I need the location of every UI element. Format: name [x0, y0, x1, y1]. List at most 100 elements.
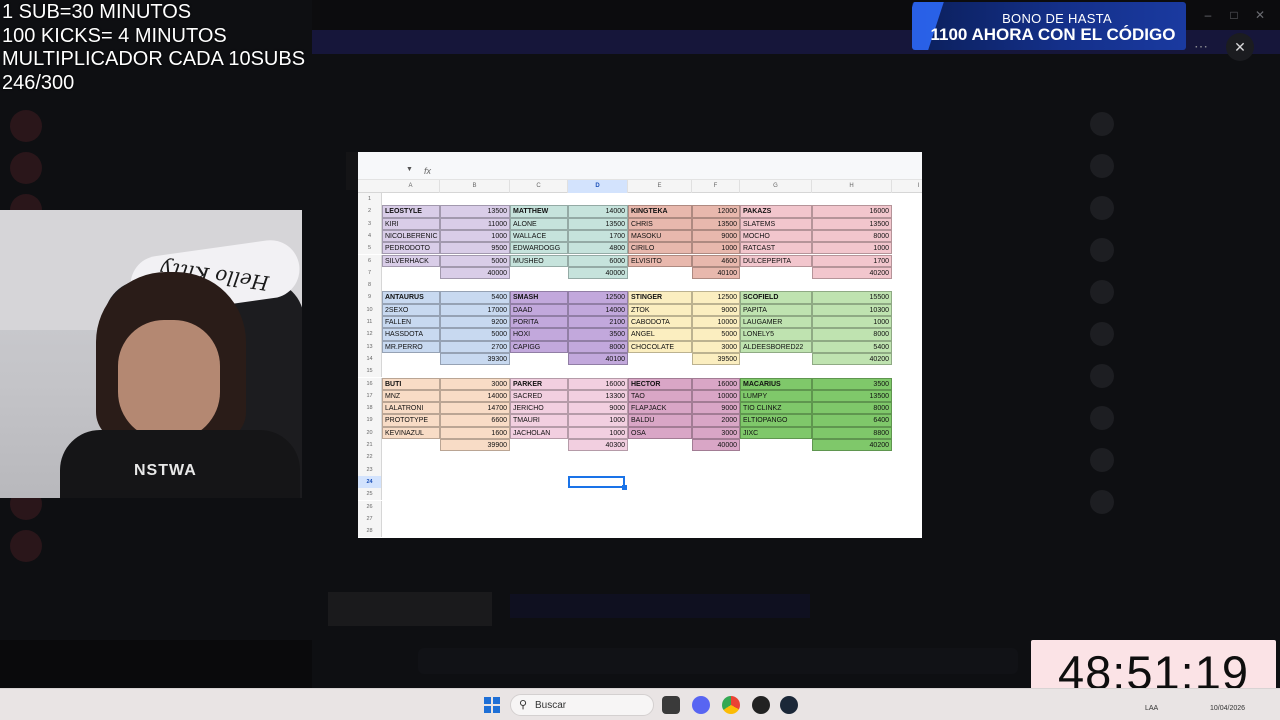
team-member-value-cell[interactable]: 10300: [812, 303, 892, 316]
row-header-17[interactable]: 17: [358, 389, 382, 403]
team-member-value-cell[interactable]: 2100: [568, 316, 628, 329]
team-member-value-cell[interactable]: 9000: [692, 229, 740, 243]
team-member-value-cell[interactable]: 1700: [812, 254, 892, 267]
team-member-cell[interactable]: JACHOLAN: [510, 426, 568, 439]
member-item[interactable]: [1090, 232, 1270, 268]
team-member-value-cell[interactable]: 17000: [440, 303, 510, 316]
task-view-icon[interactable]: [662, 696, 680, 714]
column-header-h[interactable]: H: [812, 180, 892, 193]
team-member-cell[interactable]: NICOLBERENIC: [382, 229, 440, 243]
team-member-value-cell[interactable]: 6000: [568, 254, 628, 267]
team-member-cell[interactable]: HASSDOTA: [382, 328, 440, 341]
team-member-cell[interactable]: ALDEESBORED22: [740, 340, 812, 353]
team-member-value-cell[interactable]: 9000: [692, 402, 740, 415]
team-member-value-cell[interactable]: 3500: [568, 328, 628, 341]
team-member-cell[interactable]: RATCAST: [740, 242, 812, 255]
member-item[interactable]: [1090, 190, 1270, 226]
server-icon[interactable]: [10, 152, 42, 184]
row-header-15[interactable]: 15: [358, 365, 382, 378]
minimize-icon[interactable]: –: [1198, 8, 1218, 22]
team-total-cell[interactable]: 40000: [692, 439, 740, 452]
column-header-c[interactable]: C: [510, 180, 568, 193]
server-icon[interactable]: [10, 110, 42, 142]
row-header-25[interactable]: 25: [358, 488, 382, 501]
team-member-value-cell[interactable]: 2700: [440, 340, 510, 353]
team-member-cell[interactable]: JERICHO: [510, 402, 568, 415]
team-member-value-cell[interactable]: 4800: [568, 242, 628, 255]
team-member-cell[interactable]: ANGEL: [628, 328, 692, 341]
fill-handle[interactable]: [622, 485, 627, 490]
team-captain-value-cell[interactable]: 12500: [568, 291, 628, 304]
team-member-value-cell[interactable]: 13500: [692, 217, 740, 230]
team-captain-value-cell[interactable]: 13500: [440, 205, 510, 218]
team-captain-cell[interactable]: STINGER: [628, 291, 692, 304]
maximize-icon[interactable]: □: [1224, 8, 1244, 22]
team-member-value-cell[interactable]: 8800: [812, 426, 892, 439]
row-header-23[interactable]: 23: [358, 463, 382, 476]
team-captain-value-cell[interactable]: 3500: [812, 377, 892, 390]
team-member-value-cell[interactable]: 4600: [692, 254, 740, 267]
team-member-cell[interactable]: KEVINAZUL: [382, 426, 440, 439]
more-options-icon[interactable]: ⋯: [1194, 38, 1208, 55]
team-captain-value-cell[interactable]: 16000: [568, 377, 628, 390]
team-member-value-cell[interactable]: 1000: [692, 242, 740, 255]
close-button[interactable]: ✕: [1226, 33, 1254, 61]
team-total-cell[interactable]: 40100: [568, 352, 628, 366]
team-member-cell[interactable]: PROTOTYPE: [382, 414, 440, 427]
row-header-12[interactable]: 12: [358, 328, 382, 341]
team-member-value-cell[interactable]: 8000: [812, 402, 892, 415]
team-member-value-cell[interactable]: 3000: [692, 340, 740, 353]
team-member-value-cell[interactable]: 14000: [568, 303, 628, 316]
team-member-value-cell[interactable]: 14700: [440, 402, 510, 415]
team-member-value-cell[interactable]: 6400: [812, 414, 892, 427]
team-captain-cell[interactable]: PARKER: [510, 377, 568, 390]
team-member-value-cell[interactable]: 14000: [440, 389, 510, 403]
channel-item[interactable]: [62, 128, 302, 152]
team-captain-cell[interactable]: BUTI: [382, 377, 440, 390]
team-member-value-cell[interactable]: 1000: [568, 414, 628, 427]
team-captain-cell[interactable]: SCOFIELD: [740, 291, 812, 304]
background-message-input[interactable]: [418, 648, 1018, 674]
chrome-icon[interactable]: [722, 696, 740, 714]
member-item[interactable]: [1090, 148, 1270, 184]
team-total-cell[interactable]: 39900: [440, 439, 510, 452]
team-total-cell[interactable]: 40000: [568, 266, 628, 280]
team-member-cell[interactable]: BALDU: [628, 414, 692, 427]
channel-item[interactable]: [62, 154, 302, 178]
team-member-value-cell[interactable]: 5000: [440, 254, 510, 267]
team-total-cell[interactable]: 40200: [812, 352, 892, 366]
team-captain-cell[interactable]: MATTHEW: [510, 205, 568, 218]
team-member-value-cell[interactable]: 8000: [812, 229, 892, 243]
team-captain-cell[interactable]: LEOSTYLE: [382, 205, 440, 218]
team-member-cell[interactable]: DULCEPEPITA: [740, 254, 812, 267]
team-member-value-cell[interactable]: 1000: [812, 242, 892, 255]
row-header-26[interactable]: 26: [358, 500, 382, 513]
row-header-22[interactable]: 22: [358, 451, 382, 464]
row-header-2[interactable]: 2: [358, 205, 382, 218]
row-header-14[interactable]: 14: [358, 352, 382, 366]
team-member-value-cell[interactable]: 10000: [692, 316, 740, 329]
team-member-cell[interactable]: PORITA: [510, 316, 568, 329]
row-header-28[interactable]: 28: [358, 525, 382, 538]
member-item[interactable]: [1090, 442, 1270, 478]
row-header-21[interactable]: 21: [358, 439, 382, 452]
steam-icon[interactable]: [780, 696, 798, 714]
row-header-16[interactable]: 16: [358, 377, 382, 390]
column-header-b[interactable]: B: [440, 180, 510, 193]
team-member-value-cell[interactable]: 10000: [692, 389, 740, 403]
team-member-cell[interactable]: PEDRODOTO: [382, 242, 440, 255]
team-member-cell[interactable]: 2SEXO: [382, 303, 440, 316]
channel-item[interactable]: [62, 180, 302, 204]
team-member-value-cell[interactable]: 1700: [568, 229, 628, 243]
row-header-9[interactable]: 9: [358, 291, 382, 304]
team-member-value-cell[interactable]: 8000: [812, 328, 892, 341]
row-header-27[interactable]: 27: [358, 512, 382, 526]
row-header-8[interactable]: 8: [358, 279, 382, 292]
team-member-cell[interactable]: CHOCOLATE: [628, 340, 692, 353]
team-captain-cell[interactable]: ANTAURUS: [382, 291, 440, 304]
team-member-value-cell[interactable]: 1000: [440, 229, 510, 243]
team-total-cell[interactable]: 40100: [692, 266, 740, 280]
team-member-cell[interactable]: TMAURI: [510, 414, 568, 427]
team-member-cell[interactable]: SACRED: [510, 389, 568, 403]
taskbar-search[interactable]: ⚲ Buscar: [510, 694, 654, 716]
